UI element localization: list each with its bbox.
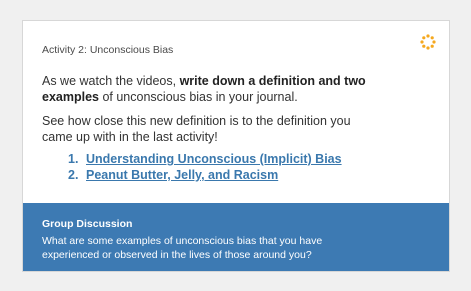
video-list: 1. Understanding Unconscious (Implicit) B… — [42, 151, 379, 183]
activity-card: Activity 2: Unconscious Bias As we watch… — [22, 20, 450, 272]
video-link-peanut-butter[interactable]: Peanut Butter, Jelly, and Racism — [86, 168, 278, 182]
discussion-title: Group Discussion — [42, 218, 133, 230]
instruction-paragraph-2: See how close this new definition is to … — [42, 114, 351, 144]
video-list-item: 2. Peanut Butter, Jelly, and Racism — [68, 167, 379, 183]
video-link-understanding-bias[interactable]: Understanding Unconscious (Implicit) Bia… — [86, 152, 342, 166]
video-list-item: 1. Understanding Unconscious (Implicit) B… — [68, 151, 379, 167]
loading-spinner-icon — [420, 34, 436, 50]
video-number: 1. — [68, 152, 79, 166]
discussion-text: What are some examples of unconscious bi… — [42, 235, 323, 261]
instructions: As we watch the videos, write down a def… — [42, 73, 379, 183]
instruction-lead: As we watch the videos, — [42, 74, 180, 88]
video-number: 2. — [68, 168, 79, 182]
activity-title: Activity 2: Unconscious Bias — [42, 44, 174, 56]
group-discussion-panel: Group Discussion What are some examples … — [23, 203, 449, 271]
instruction-paragraph-1: As we watch the videos, write down a def… — [42, 73, 379, 105]
instruction-tail: of unconscious bias in your journal. — [98, 90, 298, 104]
